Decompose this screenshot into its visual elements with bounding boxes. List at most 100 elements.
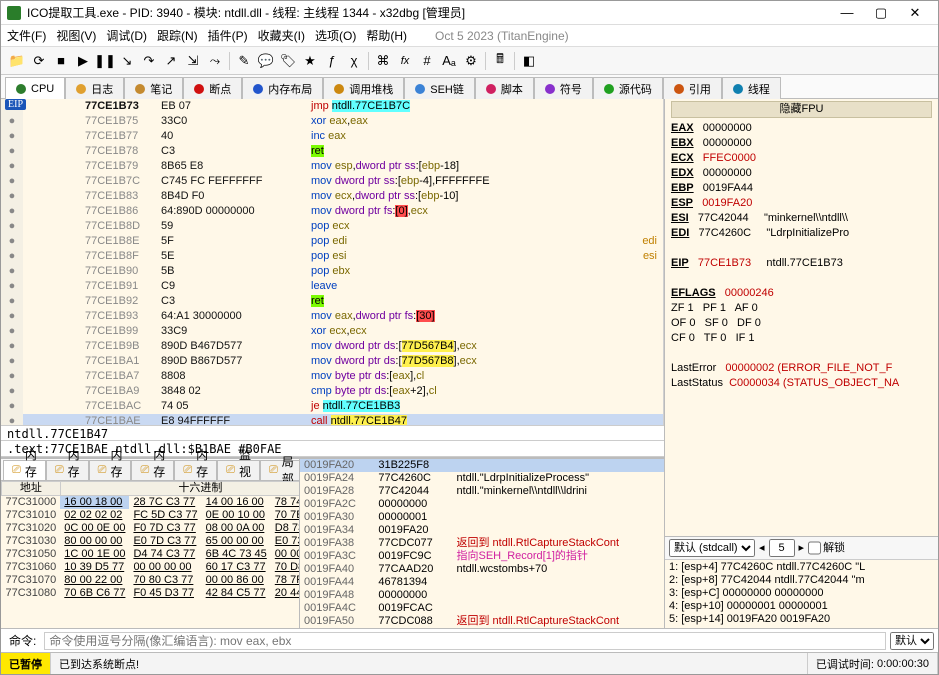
hex-dump-view[interactable]: 地址十六进制ASCII77C3100016 00 18 0028 7C C3 7…	[1, 481, 299, 628]
dump-tab-4[interactable]: ⎚内存 5	[174, 460, 217, 480]
tab-笔记[interactable]: 笔记	[124, 77, 183, 99]
command-input[interactable]	[44, 632, 886, 650]
titlebar: ICO提取工具.exe - PID: 3940 - 模块: ntdll.dll …	[1, 1, 938, 25]
tab-SEH链[interactable]: SEH链	[404, 77, 475, 99]
dump-tab-1[interactable]: ⎚内存 2	[46, 460, 89, 480]
close-button[interactable]: ✕	[898, 2, 932, 24]
dump-tabs: ⎚内存 1⎚内存 2⎚内存 3⎚内存 4⎚内存 5⎚监视 1⎚局部[x=]	[1, 459, 299, 481]
window-title: ICO提取工具.exe - PID: 3940 - 模块: ntdll.dll …	[27, 4, 830, 21]
font-icon[interactable]: Aₐ	[439, 51, 459, 71]
menubar: 文件(F) 视图(V) 调试(D) 跟踪(N) 插件(P) 收藏夹(I) 选项(O) 帮助(H…	[1, 25, 938, 47]
menu-item[interactable]: 跟踪(N)	[157, 27, 198, 44]
address-info: .text:77CE1BAE ntdll.dll:$B1BAE #B0FAE	[1, 441, 664, 457]
memory-icon: ⎚	[12, 464, 21, 477]
trace-over-icon[interactable]: ⤳	[205, 51, 225, 71]
args-panel: 默认 (stdcall) ◂ ▸ 解锁 1: [esp+4] 77C4260C …	[665, 536, 938, 628]
notes-icon	[135, 84, 145, 94]
menu-item[interactable]: 文件(F)	[7, 27, 46, 44]
bookmarks-icon[interactable]: ★	[300, 51, 320, 71]
registers-view[interactable]: 隐藏FPUEAX 00000000 EBX 00000000 ECX FFEC0…	[665, 99, 938, 536]
command-bar: 命令: 默认	[1, 628, 938, 652]
view-tabs: CPU日志笔记断点内存布局调用堆栈SEH链脚本符号源代码引用线程	[1, 75, 938, 99]
stack-view[interactable]: 0019FA2031B225F80019FA2477C4260Cntdll."L…	[300, 459, 664, 628]
stack-icon	[334, 84, 344, 94]
stop-icon[interactable]: ■	[51, 51, 71, 71]
menu-item[interactable]: 插件(P)	[208, 27, 248, 44]
tab-CPU[interactable]: CPU	[5, 77, 65, 99]
theme-icon[interactable]: ◧	[519, 51, 539, 71]
menu-item[interactable]: 帮助(H)	[366, 27, 407, 44]
menu-item[interactable]: 调试(D)	[106, 27, 147, 44]
fx-icon[interactable]: fx	[395, 51, 415, 71]
statusbar: 已暂停 已到达系统断点! 已调试时间: 0:00:00:30	[1, 652, 938, 674]
comments-icon[interactable]: 💬	[256, 51, 276, 71]
lock-label: 解锁	[823, 542, 845, 555]
ref-icon	[674, 84, 684, 94]
tab-脚本[interactable]: 脚本	[475, 77, 534, 99]
tab-引用[interactable]: 引用	[663, 77, 722, 99]
memory-icon: ⎚	[269, 464, 278, 477]
build-info: Oct 5 2023 (TitanEngine)	[435, 29, 569, 43]
tab-线程[interactable]: 线程	[722, 77, 781, 99]
dump-tab-2[interactable]: ⎚内存 3	[89, 460, 132, 480]
tab-调用堆栈[interactable]: 调用堆栈	[323, 77, 404, 99]
dump-tab-0[interactable]: ⎚内存 1	[3, 460, 46, 480]
command-mode-select[interactable]: 默认	[890, 632, 934, 650]
step-into-icon[interactable]: ↘	[117, 51, 137, 71]
command-label: 命令:	[1, 632, 44, 649]
variables-icon[interactable]: χ	[344, 51, 364, 71]
toolbar: 📁⟳■▶❚❚↘↷↗⇲⤳ ✎💬🏷★ƒχ ⌘fx#Aₐ⚙ 🖩 ◧	[1, 47, 938, 75]
arrow-left-icon[interactable]: ◂	[759, 542, 765, 555]
calc-icon[interactable]: 🖩	[490, 51, 510, 71]
minimize-button[interactable]: —	[830, 2, 864, 24]
bp-icon	[194, 84, 204, 94]
script-icon[interactable]: ⌘	[373, 51, 393, 71]
status-message: 已到达系统断点!	[51, 653, 808, 674]
memory-icon: ⎚	[140, 464, 149, 477]
step-out-icon[interactable]: ↗	[161, 51, 181, 71]
args-list[interactable]: 1: [esp+4] 77C4260C ntdll.77C4260C "L2: …	[665, 560, 938, 628]
functions-icon[interactable]: ƒ	[322, 51, 342, 71]
log-icon	[76, 84, 86, 94]
step-over-icon[interactable]: ↷	[139, 51, 159, 71]
dump-tab-5[interactable]: ⎚监视 1	[217, 460, 260, 480]
arrow-right-icon[interactable]: ▸	[799, 542, 805, 555]
patches-icon[interactable]: ✎	[234, 51, 254, 71]
folder-icon[interactable]: 📁	[7, 51, 27, 71]
status-paused: 已暂停	[1, 653, 51, 674]
src-icon	[604, 84, 614, 94]
mem-icon	[253, 84, 263, 94]
tab-断点[interactable]: 断点	[183, 77, 242, 99]
pause-icon[interactable]: ❚❚	[95, 51, 115, 71]
tab-符号[interactable]: 符号	[534, 77, 593, 99]
refresh-icon[interactable]: ⟳	[29, 51, 49, 71]
fpu-toggle[interactable]: 隐藏FPU	[671, 101, 932, 118]
memory-icon: ⎚	[98, 464, 107, 477]
status-time: 已调试时间: 0:00:00:30	[808, 653, 938, 674]
arg-count-input[interactable]	[769, 539, 795, 557]
lock-checkbox[interactable]	[808, 539, 821, 557]
memory-icon: ⎚	[55, 464, 64, 477]
callconv-select[interactable]: 默认 (stdcall)	[669, 539, 755, 557]
run-icon[interactable]: ▶	[73, 51, 93, 71]
tab-日志[interactable]: 日志	[65, 77, 124, 99]
app-icon	[7, 6, 21, 20]
memory-icon: ⎚	[183, 464, 192, 477]
tab-源代码[interactable]: 源代码	[593, 77, 663, 99]
memory-icon: ⎚	[226, 464, 235, 477]
thr-icon	[733, 84, 743, 94]
trace-into-icon[interactable]: ⇲	[183, 51, 203, 71]
tab-内存布局[interactable]: 内存布局	[242, 77, 323, 99]
disassembly-view[interactable]: ●77CE1B73EB 07jmp ntdll.77CE1B7C●77CE1B7…	[1, 99, 664, 425]
labels-icon[interactable]: 🏷	[278, 51, 298, 71]
menu-item[interactable]: 收藏夹(I)	[258, 27, 305, 44]
dump-tab-6[interactable]: ⎚局部	[260, 460, 303, 480]
menu-item[interactable]: 视图(V)	[56, 27, 96, 44]
dump-tab-3[interactable]: ⎚内存 4	[131, 460, 174, 480]
menu-item[interactable]: 选项(O)	[315, 27, 356, 44]
hash-icon[interactable]: #	[417, 51, 437, 71]
seh-icon	[415, 84, 425, 94]
sym-icon	[545, 84, 555, 94]
settings-icon[interactable]: ⚙	[461, 51, 481, 71]
maximize-button[interactable]: ▢	[864, 2, 898, 24]
